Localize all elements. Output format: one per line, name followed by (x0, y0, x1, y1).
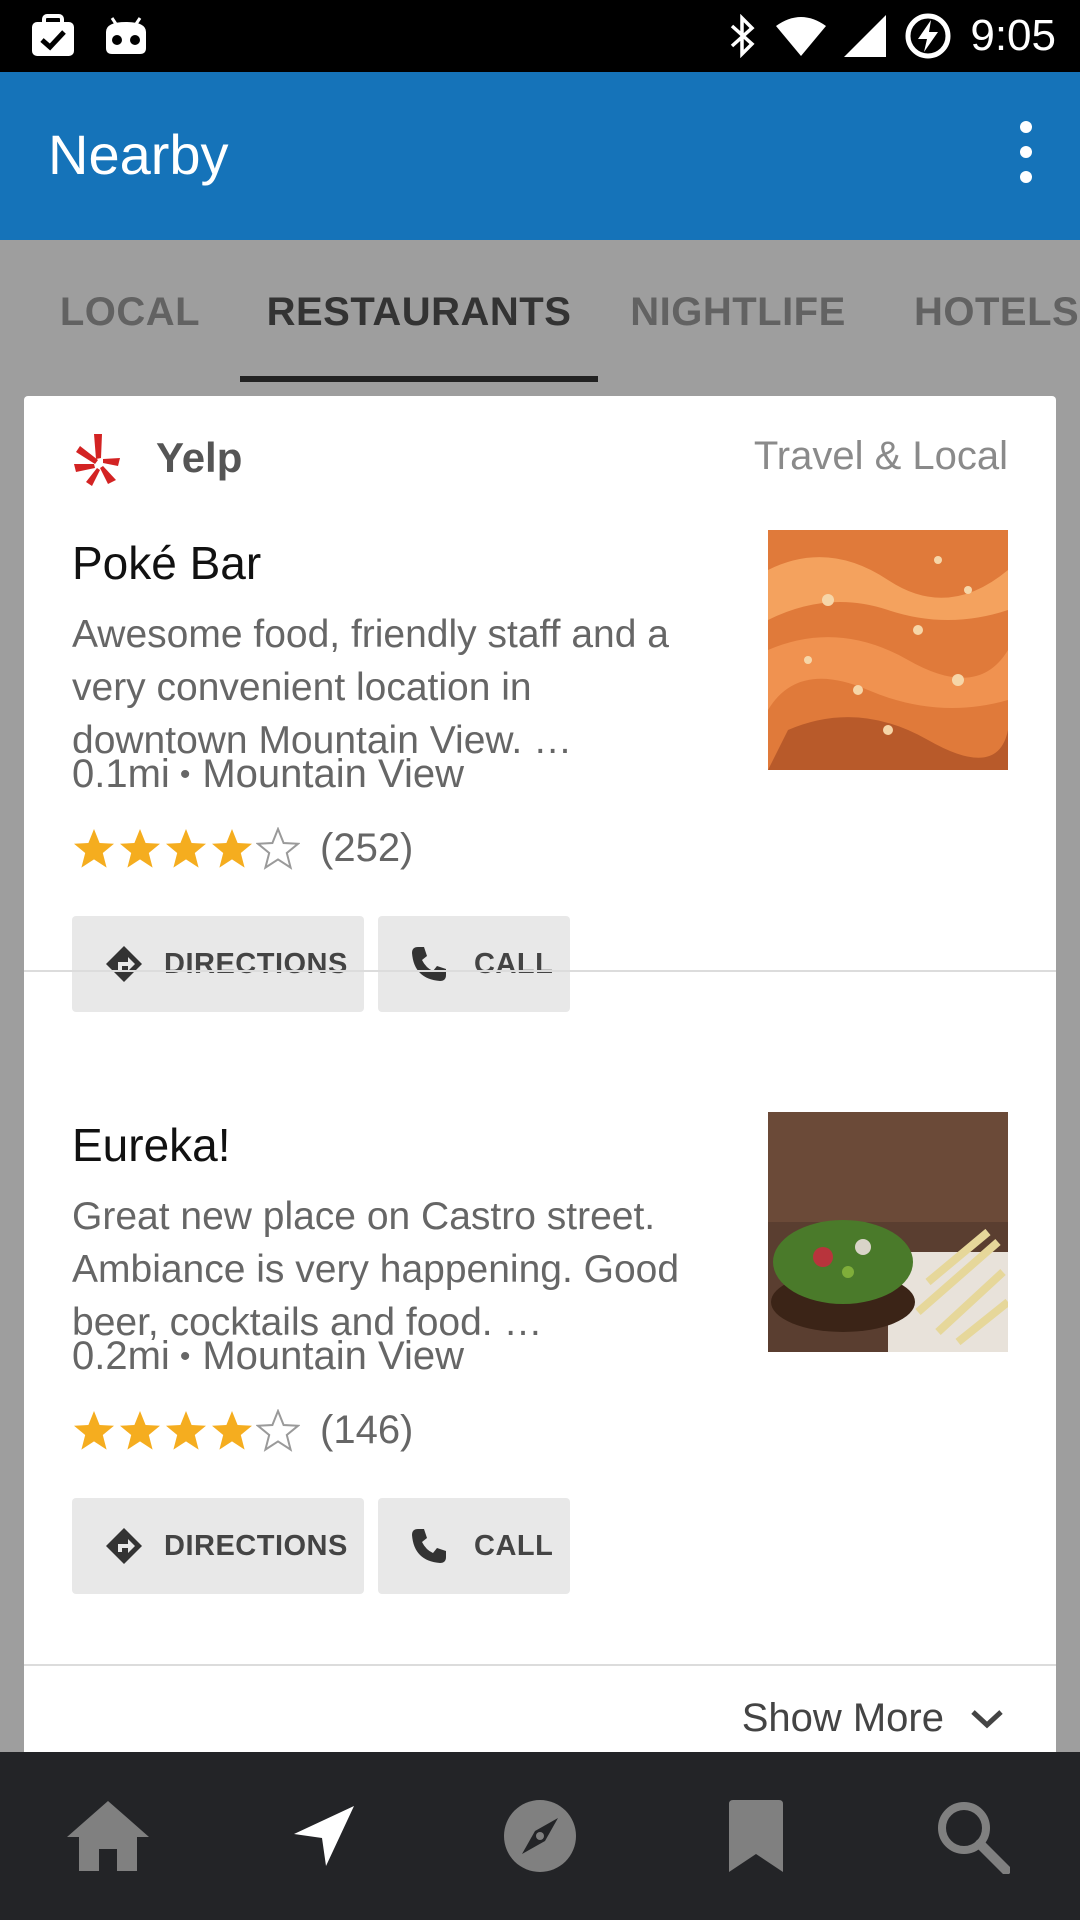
place-title: Poké Bar (72, 537, 262, 589)
star-empty-icon (256, 1408, 300, 1452)
search-icon (938, 1802, 1010, 1874)
star-filled-icon (74, 1410, 114, 1450)
compass-icon (504, 1800, 576, 1872)
show-more-button[interactable]: Show More (742, 1696, 1004, 1741)
call-button[interactable]: CALL (378, 1498, 570, 1594)
call-label: CALL (474, 947, 554, 980)
place-description: Awesome food, friendly staff and a very … (72, 613, 669, 762)
place-distance: 0.1mi (72, 752, 170, 796)
nav-search[interactable] (912, 1752, 1032, 1920)
overflow-menu-button[interactable] (990, 112, 1062, 192)
divider (24, 970, 1056, 972)
tab-local[interactable]: LOCAL (40, 240, 220, 384)
star-filled-icon (212, 828, 252, 868)
rating-row: (252) (72, 826, 413, 871)
bookmark-icon (729, 1800, 783, 1872)
bottom-nav (0, 1752, 1080, 1920)
source-name: Yelp (156, 434, 243, 481)
bluetooth-icon (731, 14, 755, 58)
home-icon (67, 1801, 149, 1871)
review-count: (252) (320, 826, 414, 870)
navigation-arrow-icon (294, 1806, 354, 1866)
list-item[interactable]: Eureka! Great new place on Castro street… (24, 1096, 1056, 1594)
yelp-logo-icon (74, 434, 120, 486)
place-photo (768, 1112, 1008, 1352)
place-locality: Mountain View (202, 1334, 464, 1378)
star-rating (72, 1408, 300, 1453)
nav-nearby[interactable] (264, 1752, 384, 1920)
star-filled-icon (212, 1410, 252, 1450)
review-count: (146) (320, 1408, 414, 1452)
tab-restaurants[interactable]: RESTAURANTS (240, 240, 598, 384)
meta-separator: • (179, 757, 191, 791)
place-meta: 0.1mi • Mountain View (72, 752, 464, 797)
directions-icon (106, 1528, 142, 1564)
card-header[interactable]: Yelp Travel & Local (24, 396, 1056, 516)
directions-button[interactable]: DIRECTIONS (72, 916, 364, 1012)
phone-icon (412, 1529, 446, 1563)
call-label: CALL (474, 1529, 554, 1562)
tab-bar: LOCAL RESTAURANTS NIGHTLIFE HOTELS (0, 240, 1080, 384)
place-title: Eureka! (72, 1119, 231, 1171)
star-rating (72, 826, 300, 871)
meta-separator: • (179, 1339, 191, 1373)
signal-icon (844, 15, 887, 57)
chevron-down-icon (971, 1709, 1003, 1728)
nearby-card: Yelp Travel & Local Poké Bar Awesome foo… (24, 396, 1056, 1756)
overflow-dot (1020, 121, 1032, 133)
overflow-dot (1020, 146, 1032, 158)
rating-row: (146) (72, 1408, 413, 1453)
wifi-icon (776, 17, 827, 56)
directions-button[interactable]: DIRECTIONS (72, 1498, 364, 1594)
status-bar: 9:05 (0, 0, 1080, 72)
place-distance: 0.2mi (72, 1334, 170, 1378)
place-locality: Mountain View (202, 752, 464, 796)
place-photo (768, 530, 1008, 770)
star-empty-icon (256, 826, 300, 870)
divider (24, 1664, 1056, 1666)
status-time: 9:05 (970, 11, 1056, 60)
place-description: Great new place on Castro street. Ambian… (72, 1195, 680, 1344)
show-more-label: Show More (741, 1696, 944, 1740)
directions-label: DIRECTIONS (164, 1529, 348, 1562)
app-bar: Nearby (0, 72, 1080, 240)
page-title: Nearby (48, 123, 229, 186)
battery-charging-icon (905, 13, 951, 59)
star-filled-icon (166, 828, 206, 868)
tab-indicator (240, 376, 598, 382)
nav-explore[interactable] (480, 1752, 600, 1920)
star-filled-icon (74, 828, 114, 868)
tab-nightlife[interactable]: NIGHTLIFE (620, 240, 856, 384)
list-item[interactable]: Poké Bar Awesome food, friendly staff an… (24, 516, 1056, 1012)
star-filled-icon (120, 828, 160, 868)
star-filled-icon (120, 1410, 160, 1450)
android-icon (106, 17, 146, 54)
phone-icon (412, 947, 446, 981)
call-button[interactable]: CALL (378, 916, 570, 1012)
star-filled-icon (166, 1410, 206, 1450)
tab-hotels[interactable]: HOTELS (898, 240, 1080, 384)
place-meta: 0.2mi • Mountain View (72, 1334, 464, 1379)
overflow-dot (1020, 171, 1032, 183)
clipboard-check-icon (32, 14, 74, 56)
nav-home[interactable] (48, 1752, 168, 1920)
directions-icon (106, 946, 142, 982)
source-category: Travel & Local (753, 434, 1008, 478)
nav-saved[interactable] (696, 1752, 816, 1920)
directions-label: DIRECTIONS (164, 947, 348, 980)
